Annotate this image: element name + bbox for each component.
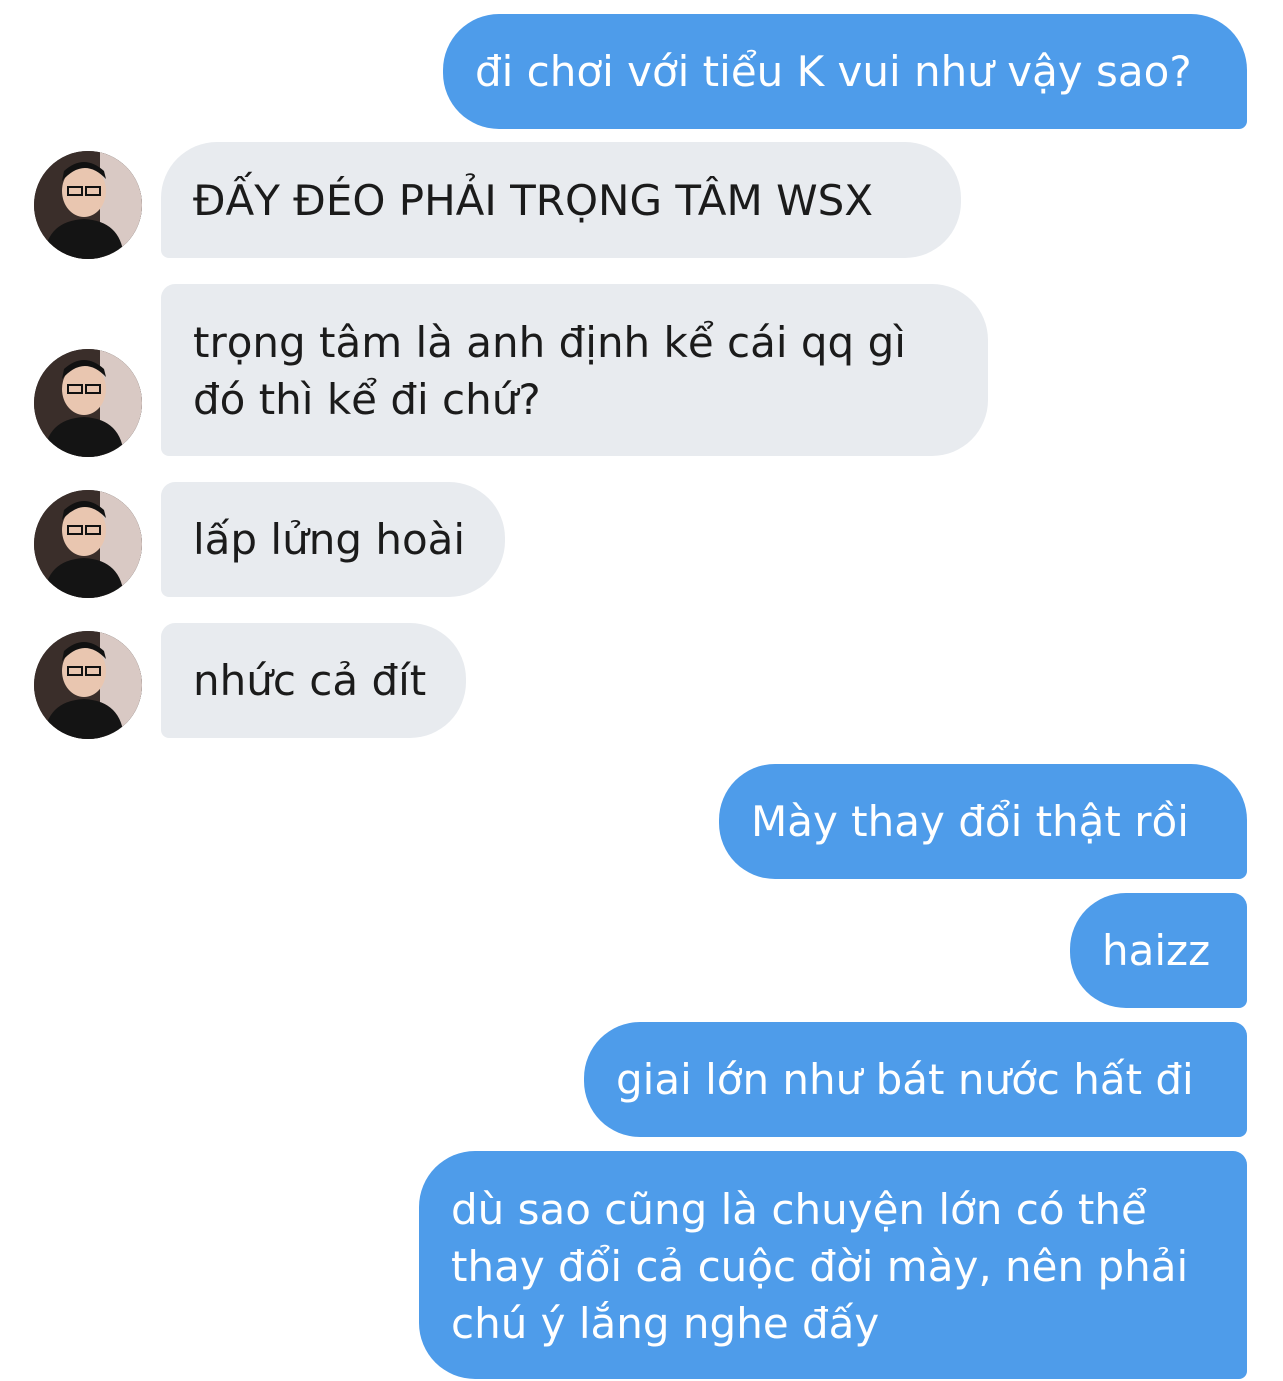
message-text-line: dù sao cũng là chuyện lớn có thể — [451, 1185, 1147, 1234]
message-bubble-outgoing[interactable]: giai lớn như bát nước hất đi — [584, 1022, 1247, 1137]
message-bubble-incoming[interactable]: ĐẤY ĐÉO PHẢI TRỌNG TÂM WSX — [161, 142, 961, 258]
avatar-icon[interactable] — [34, 490, 142, 598]
message-text: đi chơi với tiểu K vui như vậy sao? — [475, 47, 1192, 96]
chat-thread: đi chơi với tiểu K vui như vậy sao? ĐẤY … — [0, 0, 1283, 1381]
message-bubble-outgoing[interactable]: dù sao cũng là chuyện lớn có thể thay đổ… — [419, 1151, 1247, 1379]
message-text: lấp lửng hoài — [193, 515, 466, 564]
message-text: haizz — [1102, 926, 1211, 975]
avatar-icon[interactable] — [34, 151, 142, 259]
message-bubble-incoming[interactable]: trọng tâm là anh định kể cái qq gì đó th… — [161, 284, 988, 456]
message-text: Mày thay đổi thật rồi — [751, 797, 1189, 846]
avatar-icon[interactable] — [34, 349, 142, 457]
message-text-line: trọng tâm là anh định kể cái qq gì — [193, 318, 906, 367]
message-bubble-incoming[interactable]: nhức cả đít — [161, 623, 466, 738]
avatar-icon[interactable] — [34, 631, 142, 739]
message-text: giai lớn như bát nước hất đi — [616, 1055, 1194, 1104]
message-text: nhức cả đít — [193, 656, 427, 705]
message-bubble-outgoing[interactable]: Mày thay đổi thật rồi — [719, 764, 1247, 879]
message-text: ĐẤY ĐÉO PHẢI TRỌNG TÂM WSX — [193, 176, 874, 225]
message-bubble-incoming[interactable]: lấp lửng hoài — [161, 482, 505, 597]
message-bubble-outgoing[interactable]: đi chơi với tiểu K vui như vậy sao? — [443, 14, 1247, 129]
message-text-line: chú ý lắng nghe đấy — [451, 1299, 880, 1348]
message-text-line: thay đổi cả cuộc đời mày, nên phải — [451, 1242, 1189, 1291]
message-text-line: đó thì kể đi chứ? — [193, 375, 541, 424]
message-bubble-outgoing[interactable]: haizz — [1070, 893, 1247, 1008]
